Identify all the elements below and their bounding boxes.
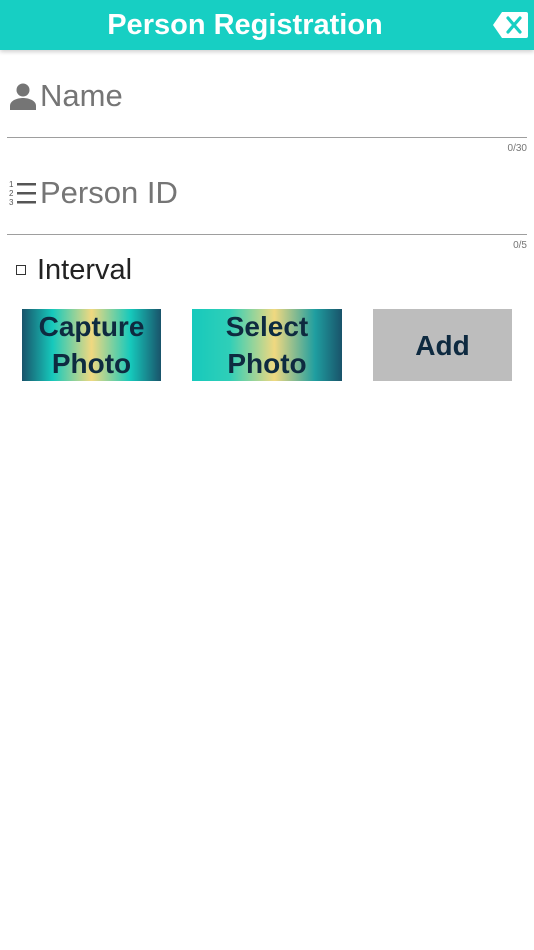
page-title: Person Registration — [107, 9, 383, 41]
select-photo-button[interactable]: Select Photo — [192, 309, 342, 381]
interval-checkbox[interactable]: Interval — [16, 250, 132, 290]
capture-photo-button[interactable]: Capture Photo — [22, 309, 161, 381]
numbered-list-icon: 1 2 3 — [9, 180, 36, 207]
svg-text:1: 1 — [9, 180, 14, 189]
capture-photo-line2: Photo — [51, 348, 132, 379]
interval-label: Interval — [37, 253, 133, 286]
add-button[interactable]: Add — [373, 309, 512, 381]
checkbox-square-icon[interactable] — [16, 265, 26, 275]
select-photo-label: Select Photo — [226, 308, 309, 382]
person-icon — [10, 83, 36, 110]
select-photo-line2: Photo — [227, 348, 307, 379]
name-input[interactable] — [40, 74, 520, 118]
close-button[interactable] — [492, 10, 530, 40]
name-field-group: 0/30 — [7, 66, 527, 154]
person-id-field-group: 1 2 3 0/5 — [7, 163, 527, 251]
capture-photo-line1: Capture — [38, 311, 145, 342]
name-field-row — [7, 66, 527, 126]
person-id-input[interactable] — [40, 171, 520, 215]
svg-text:3: 3 — [9, 198, 14, 207]
header-bar: Person Registration — [0, 0, 534, 50]
person-id-char-counter: 0/5 — [513, 240, 527, 251]
person-id-underline — [7, 234, 527, 235]
person-id-field-row: 1 2 3 — [7, 163, 527, 223]
capture-photo-label: Capture Photo — [39, 308, 145, 382]
select-photo-line1: Select — [225, 311, 309, 342]
registration-screen: Person Registration 0/30 1 2 3 — [0, 0, 534, 950]
name-underline — [7, 137, 527, 138]
backspace-x-icon — [493, 12, 528, 38]
name-char-counter: 0/30 — [507, 143, 527, 154]
add-button-label: Add — [415, 329, 470, 361]
svg-text:2: 2 — [9, 189, 14, 198]
